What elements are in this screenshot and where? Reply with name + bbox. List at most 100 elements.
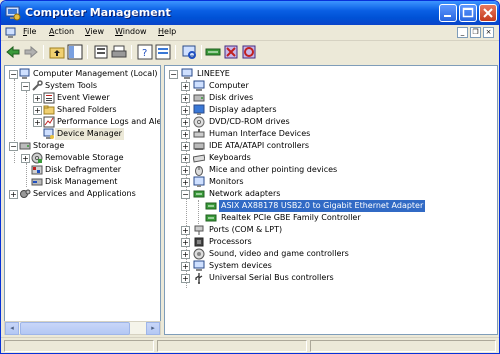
device-realtek-controller[interactable]: Realtek PCIe GBE Family Controller	[167, 212, 497, 224]
device-category-mice[interactable]: + Mice and other pointing devices	[167, 164, 497, 176]
device-category-dvd-cdrom[interactable]: + DVD/CD-ROM drives	[167, 116, 497, 128]
mdi-minimize-button[interactable]: _	[457, 27, 468, 38]
disable-device-icon[interactable]	[241, 44, 257, 60]
device-category-computer[interactable]: + Computer	[167, 80, 497, 92]
menu-window[interactable]: Window	[115, 27, 147, 36]
device-category-monitors[interactable]: + Monitors	[167, 176, 497, 188]
export-list-icon[interactable]	[155, 44, 171, 60]
storage-icon	[19, 142, 31, 150]
title-bar[interactable]: Computer Management	[1, 1, 499, 25]
expand-button[interactable]: +	[181, 178, 190, 187]
expand-button[interactable]: +	[33, 106, 42, 115]
back-arrow-icon[interactable]	[5, 44, 21, 60]
tree-item-label: Performance Logs and Alerts	[57, 117, 161, 126]
help-icon[interactable]: ?	[137, 44, 153, 60]
tree-item-disk-management[interactable]: Disk Management	[7, 176, 160, 188]
collapse-button[interactable]: −	[21, 82, 30, 91]
forward-arrow-icon[interactable]	[23, 44, 39, 60]
device-root-lineeye[interactable]: − LINEEYE	[167, 68, 497, 80]
expand-button[interactable]: +	[181, 274, 190, 283]
device-item-label: Realtek PCIe GBE Family Controller	[221, 213, 361, 222]
menu-file[interactable]: File	[23, 27, 36, 36]
perf-icon	[43, 116, 55, 128]
maximize-button[interactable]	[459, 4, 477, 22]
console-tree-pane[interactable]: − Computer Management (Local) − System T…	[4, 65, 161, 335]
expand-button[interactable]: +	[181, 82, 190, 91]
tree-item-computer-management[interactable]: − Computer Management (Local)	[7, 68, 160, 80]
device-category-hid[interactable]: + Human Interface Devices	[167, 128, 497, 140]
tree-item-storage[interactable]: − Storage	[7, 140, 160, 152]
collapse-button[interactable]: −	[169, 70, 178, 79]
tree-item-services-applications[interactable]: + Services and Applications	[7, 188, 160, 200]
device-category-disk-drives[interactable]: + Disk drives	[167, 92, 497, 104]
expand-button[interactable]: +	[181, 250, 190, 259]
expand-button[interactable]: +	[9, 190, 18, 199]
expand-button[interactable]: +	[33, 94, 42, 103]
expand-button[interactable]: +	[33, 118, 42, 127]
tree-item-device-manager[interactable]: Device Manager	[7, 128, 160, 140]
network-icon	[193, 190, 205, 198]
scrollbar-thumb[interactable]	[20, 322, 130, 335]
print-icon[interactable]	[111, 44, 127, 60]
device-category-display-adapters[interactable]: + Display adapters	[167, 104, 497, 116]
expand-button[interactable]: +	[181, 154, 190, 163]
close-button[interactable]	[479, 4, 497, 22]
menu-bar: File Action View Window Help _ ❐ ×	[1, 25, 499, 41]
menu-view[interactable]: View	[85, 27, 104, 36]
svg-text:?: ?	[142, 48, 147, 59]
device-category-ports[interactable]: + Ports (COM & LPT)	[167, 224, 497, 236]
mdi-restore-button[interactable]: ❐	[470, 27, 481, 38]
expand-button[interactable]: +	[181, 226, 190, 235]
tree-item-removable-storage[interactable]: + Removable Storage	[7, 152, 160, 164]
device-manager-icon	[43, 128, 54, 139]
defrag-icon	[31, 165, 43, 175]
tree-item-performance-logs[interactable]: + Performance Logs and Alerts	[7, 116, 160, 128]
tree-item-label: Event Viewer	[57, 93, 110, 102]
collapse-button[interactable]: −	[9, 142, 18, 151]
scan-hardware-icon[interactable]	[181, 44, 197, 60]
horizontal-scrollbar[interactable]: ◂ ▸	[4, 321, 161, 335]
expand-button[interactable]: +	[181, 262, 190, 271]
device-item-label: Keyboards	[209, 153, 251, 162]
up-folder-icon[interactable]	[49, 44, 65, 60]
device-category-usb[interactable]: + Universal Serial Bus controllers	[167, 272, 497, 284]
device-category-sound[interactable]: + Sound, video and game controllers	[167, 248, 497, 260]
tree-item-label: Services and Applications	[33, 189, 136, 198]
expand-button[interactable]: +	[181, 238, 190, 247]
window-title: Computer Management	[25, 6, 171, 19]
collapse-button[interactable]: −	[9, 70, 18, 79]
tree-item-disk-defragmenter[interactable]: Disk Defragmenter	[7, 164, 160, 176]
device-tree-pane[interactable]: − LINEEYE + Computer + Disk drives + Dis…	[164, 65, 498, 335]
device-category-network-adapters[interactable]: − Network adapters	[167, 188, 497, 200]
collapse-button[interactable]: −	[181, 190, 190, 199]
device-category-ide[interactable]: + IDE ATA/ATAPI controllers	[167, 140, 497, 152]
tree-item-system-tools[interactable]: − System Tools	[7, 80, 160, 92]
expand-button[interactable]: +	[181, 166, 190, 175]
tree-item-event-viewer[interactable]: + Event Viewer	[7, 92, 160, 104]
show-hide-tree-icon[interactable]	[67, 44, 83, 60]
uninstall-icon[interactable]	[223, 44, 239, 60]
device-category-processors[interactable]: + Processors	[167, 236, 497, 248]
tree-item-shared-folders[interactable]: + Shared Folders	[7, 104, 160, 116]
expand-button[interactable]: +	[181, 130, 190, 139]
computer-management-window: Computer Management File Action View Win…	[0, 0, 500, 354]
system-menu-icon[interactable]	[5, 27, 17, 39]
expand-button[interactable]: +	[21, 154, 30, 163]
minimize-button[interactable]	[439, 4, 457, 22]
removable-storage-icon	[31, 152, 43, 164]
device-category-keyboards[interactable]: + Keyboards	[167, 152, 497, 164]
expand-button[interactable]: +	[181, 118, 190, 127]
properties-icon[interactable]	[93, 44, 109, 60]
menu-action[interactable]: Action	[49, 27, 74, 36]
scroll-right-button[interactable]: ▸	[146, 322, 160, 335]
menu-help[interactable]: Help	[158, 27, 176, 36]
device-asix-ethernet-adapter[interactable]: ASIX AX88178 USB2.0 to Gigabit Ethernet …	[167, 200, 497, 212]
device-category-system-devices[interactable]: + System devices	[167, 260, 497, 272]
mdi-close-button[interactable]: ×	[483, 27, 494, 38]
processor-icon	[194, 237, 204, 247]
update-driver-icon[interactable]	[205, 44, 221, 60]
expand-button[interactable]: +	[181, 94, 190, 103]
scroll-left-button[interactable]: ◂	[5, 322, 19, 335]
expand-button[interactable]: +	[181, 106, 190, 115]
expand-button[interactable]: +	[181, 142, 190, 151]
